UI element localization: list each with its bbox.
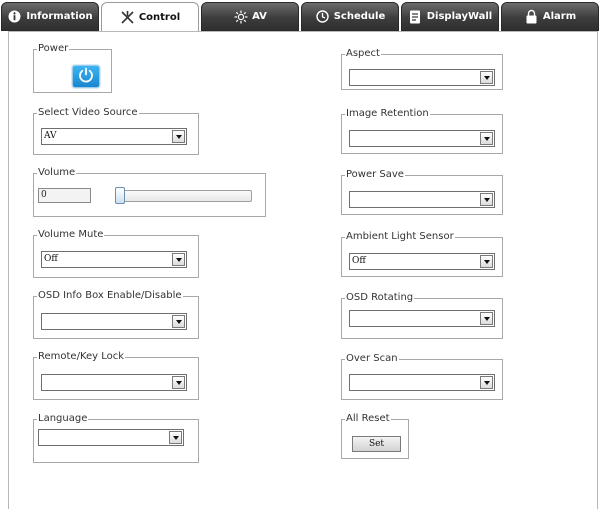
volume-slider-thumb[interactable] [115,187,125,204]
all-reset-set-button[interactable]: Set [352,436,401,452]
ambient-light-group: Ambient Light Sensor Off [341,231,503,277]
chevron-down-icon [172,253,185,266]
document-icon [408,9,423,24]
chevron-down-icon [480,71,493,84]
tab-label: Control [138,12,181,23]
video-source-legend: Select Video Source [37,107,139,119]
osd-rotating-group: OSD Rotating [341,292,503,339]
set-button-label: Set [368,439,385,449]
volume-mute-value: Off [44,254,58,264]
aspect-group: Aspect [341,48,503,90]
tab-label: DisplayWall [426,11,493,22]
remote-key-lock-legend: Remote/Key Lock [37,351,126,363]
over-scan-select[interactable] [349,374,495,391]
control-panel: Power Select Video Source AV Volume 0 Vo… [8,31,598,509]
tab-bar: Information Control AV Schedule DisplayW… [0,0,601,32]
tools-icon [120,10,135,25]
chevron-down-icon [172,315,185,328]
chevron-down-icon [172,376,185,389]
image-retention-group: Image Retention [341,108,503,154]
over-scan-legend: Over Scan [345,353,399,365]
ambient-light-value: Off [352,256,366,266]
osd-info-box-legend: OSD Info Box Enable/Disable [37,290,183,302]
volume-mute-select[interactable]: Off [41,251,187,268]
power-button[interactable] [72,65,100,88]
video-source-value: AV [44,131,57,141]
all-reset-group: All Reset Set [341,413,409,459]
chevron-down-icon [480,132,493,145]
image-retention-legend: Image Retention [345,108,430,120]
remote-key-lock-select[interactable] [41,374,187,391]
clock-icon [315,9,330,24]
chevron-down-icon [480,193,493,206]
power-group: Power [33,43,112,93]
power-save-select[interactable] [349,191,495,208]
osd-info-box-group: OSD Info Box Enable/Disable [33,290,199,339]
language-select[interactable] [38,429,184,446]
power-legend: Power [37,43,70,55]
volume-legend: Volume [37,167,77,179]
tab-schedule[interactable]: Schedule [301,2,399,31]
aspect-select[interactable] [349,69,495,86]
power-icon [77,66,95,87]
volume-slider-track[interactable] [115,190,252,202]
osd-rotating-legend: OSD Rotating [345,292,415,304]
over-scan-group: Over Scan [341,353,503,400]
remote-key-lock-group: Remote/Key Lock [33,351,199,400]
ambient-light-select[interactable]: Off [349,253,495,270]
ambient-light-legend: Ambient Light Sensor [345,231,455,243]
info-icon [7,9,22,24]
tab-label: AV [252,11,267,22]
chevron-down-icon [480,255,493,268]
chevron-down-icon [169,431,182,444]
power-save-legend: Power Save [345,169,405,181]
power-save-group: Power Save [341,169,503,215]
osd-info-box-select[interactable] [41,313,187,330]
video-source-select[interactable]: AV [41,128,187,145]
language-legend: Language [37,413,89,425]
volume-value: 0 [41,190,47,200]
osd-rotating-select[interactable] [349,310,495,327]
volume-mute-legend: Volume Mute [37,229,105,241]
tab-information[interactable]: Information [1,2,99,31]
tab-alarm[interactable]: Alarm [501,2,599,31]
volume-mute-group: Volume Mute Off [33,229,199,278]
chevron-down-icon [480,376,493,389]
tab-label: Alarm [542,11,577,22]
video-source-group: Select Video Source AV [33,107,199,155]
volume-group: Volume 0 [33,167,266,217]
all-reset-legend: All Reset [345,413,391,425]
language-group: Language [33,413,199,463]
tab-displaywall[interactable]: DisplayWall [401,2,499,31]
tab-label: Schedule [333,11,386,22]
sun-icon [233,9,248,24]
image-retention-select[interactable] [349,130,495,147]
volume-value-field[interactable]: 0 [38,188,91,203]
tab-av[interactable]: AV [201,2,299,31]
tab-control[interactable]: Control [101,2,199,32]
tab-label: Information [26,11,93,22]
aspect-legend: Aspect [345,48,381,60]
lock-icon [524,9,539,24]
chevron-down-icon [480,312,493,325]
chevron-down-icon [172,130,185,143]
